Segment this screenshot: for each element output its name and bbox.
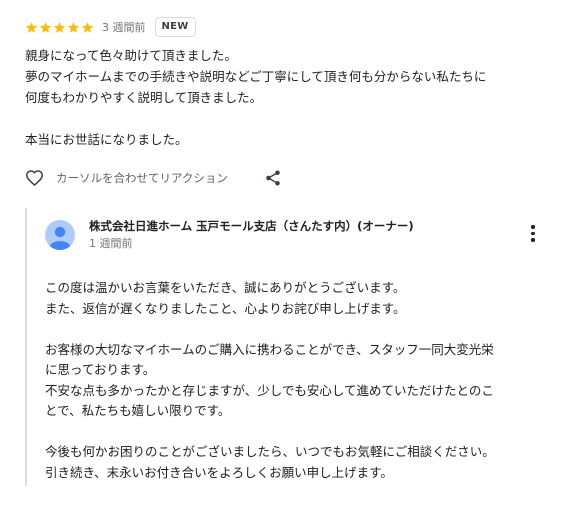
share-icon[interactable] (264, 168, 282, 188)
reply-line: お客様の大切なマイホームのご購入に携わることができ、スタッフ一同大変光栄 (45, 341, 494, 357)
star-icon (39, 21, 52, 33)
review-line: 親身になって色々助けて頂きました。 (25, 48, 237, 63)
review-text: 親身になって色々助けて頂きました。 夢のマイホームまでの手続きや説明などご丁寧に… (25, 45, 555, 150)
star-icon (25, 21, 38, 33)
star-icon (81, 21, 94, 33)
owner-response: 株式会社日進ホーム 玉戸モール支店（さんたす内）(オーナー) 1 週間前 この度… (25, 208, 557, 486)
star-icon (67, 21, 80, 33)
review-time: 3 週間前 (102, 21, 146, 34)
reaction-row: カーソルを合わせてリアクション (24, 167, 228, 189)
reaction-label[interactable]: カーソルを合わせてリアクション (56, 170, 228, 186)
review-line: 本当にお世話になりました。 (25, 132, 188, 147)
star-rating (25, 21, 95, 34)
reply-line: この度は温かいお言葉をいただき、誠にありがとうございます。 (45, 280, 406, 295)
star-icon (53, 21, 66, 33)
owner-name: 株式会社日進ホーム 玉戸モール支店（さんたす内）(オーナー) (89, 219, 414, 233)
reply-line: に思っております。 (45, 362, 156, 377)
reply-line: 今後も何かお困りのことがございましたら、いつでもお気軽にご相談ください。 (45, 444, 495, 459)
reply-line: 引き続き、末永いお付き合いをよろしくお願い申し上げます。 (45, 464, 393, 480)
review-meta: 3 週間前 NEW (25, 15, 196, 39)
owner-reply-text: この度は温かいお言葉をいただき、誠にありがとうございます。 また、返信が遅くなり… (45, 278, 555, 483)
owner-response-time: 1 週間前 (89, 237, 133, 250)
reply-line: とで、私たちも嬉しい限りです。 (45, 403, 231, 418)
review-line: 夢のマイホームまでの手続きや説明などご丁寧にして頂き何も分からない私たちに (25, 69, 487, 84)
new-badge: NEW (154, 17, 196, 37)
person-avatar-icon (45, 220, 75, 250)
more-vert-icon[interactable] (530, 225, 536, 243)
review-line: 何度もわかりやすく説明して頂きました。 (25, 90, 263, 105)
reply-line: また、返信が遅くなりましたこと、心よりお詫び申し上げます。 (45, 300, 406, 316)
reply-line: 不安な点も多かったかと存じますが、少しでも安心して進めていただけたとのこ (45, 382, 494, 398)
heart-outline-icon[interactable] (24, 168, 45, 188)
